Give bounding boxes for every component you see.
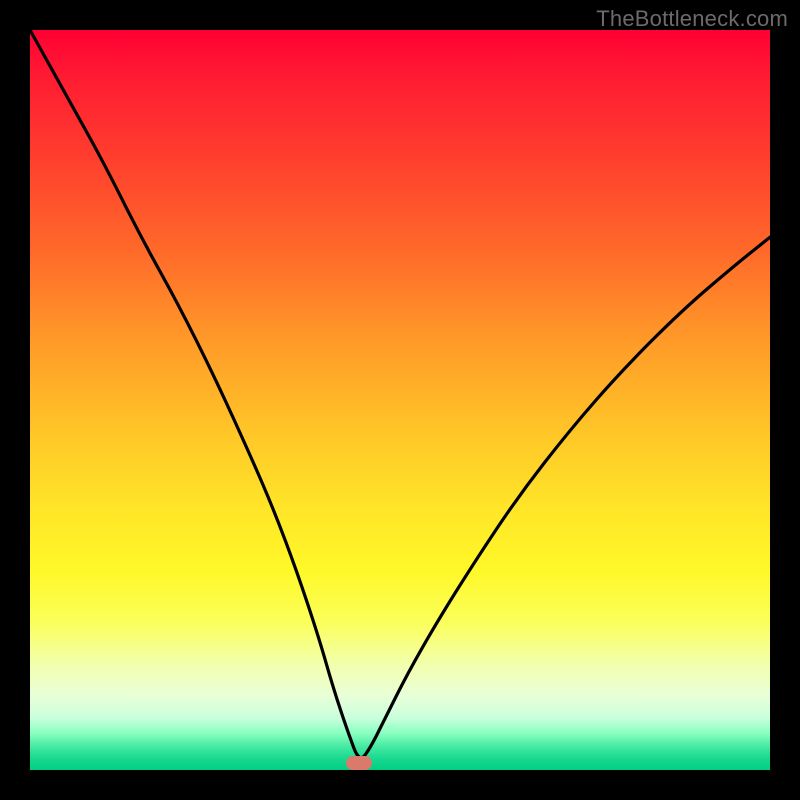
bottleneck-curve — [30, 30, 770, 770]
chart-frame: TheBottleneck.com — [0, 0, 800, 800]
plot-area — [30, 30, 770, 770]
watermark-text: TheBottleneck.com — [596, 6, 788, 32]
minimum-marker — [346, 756, 372, 770]
